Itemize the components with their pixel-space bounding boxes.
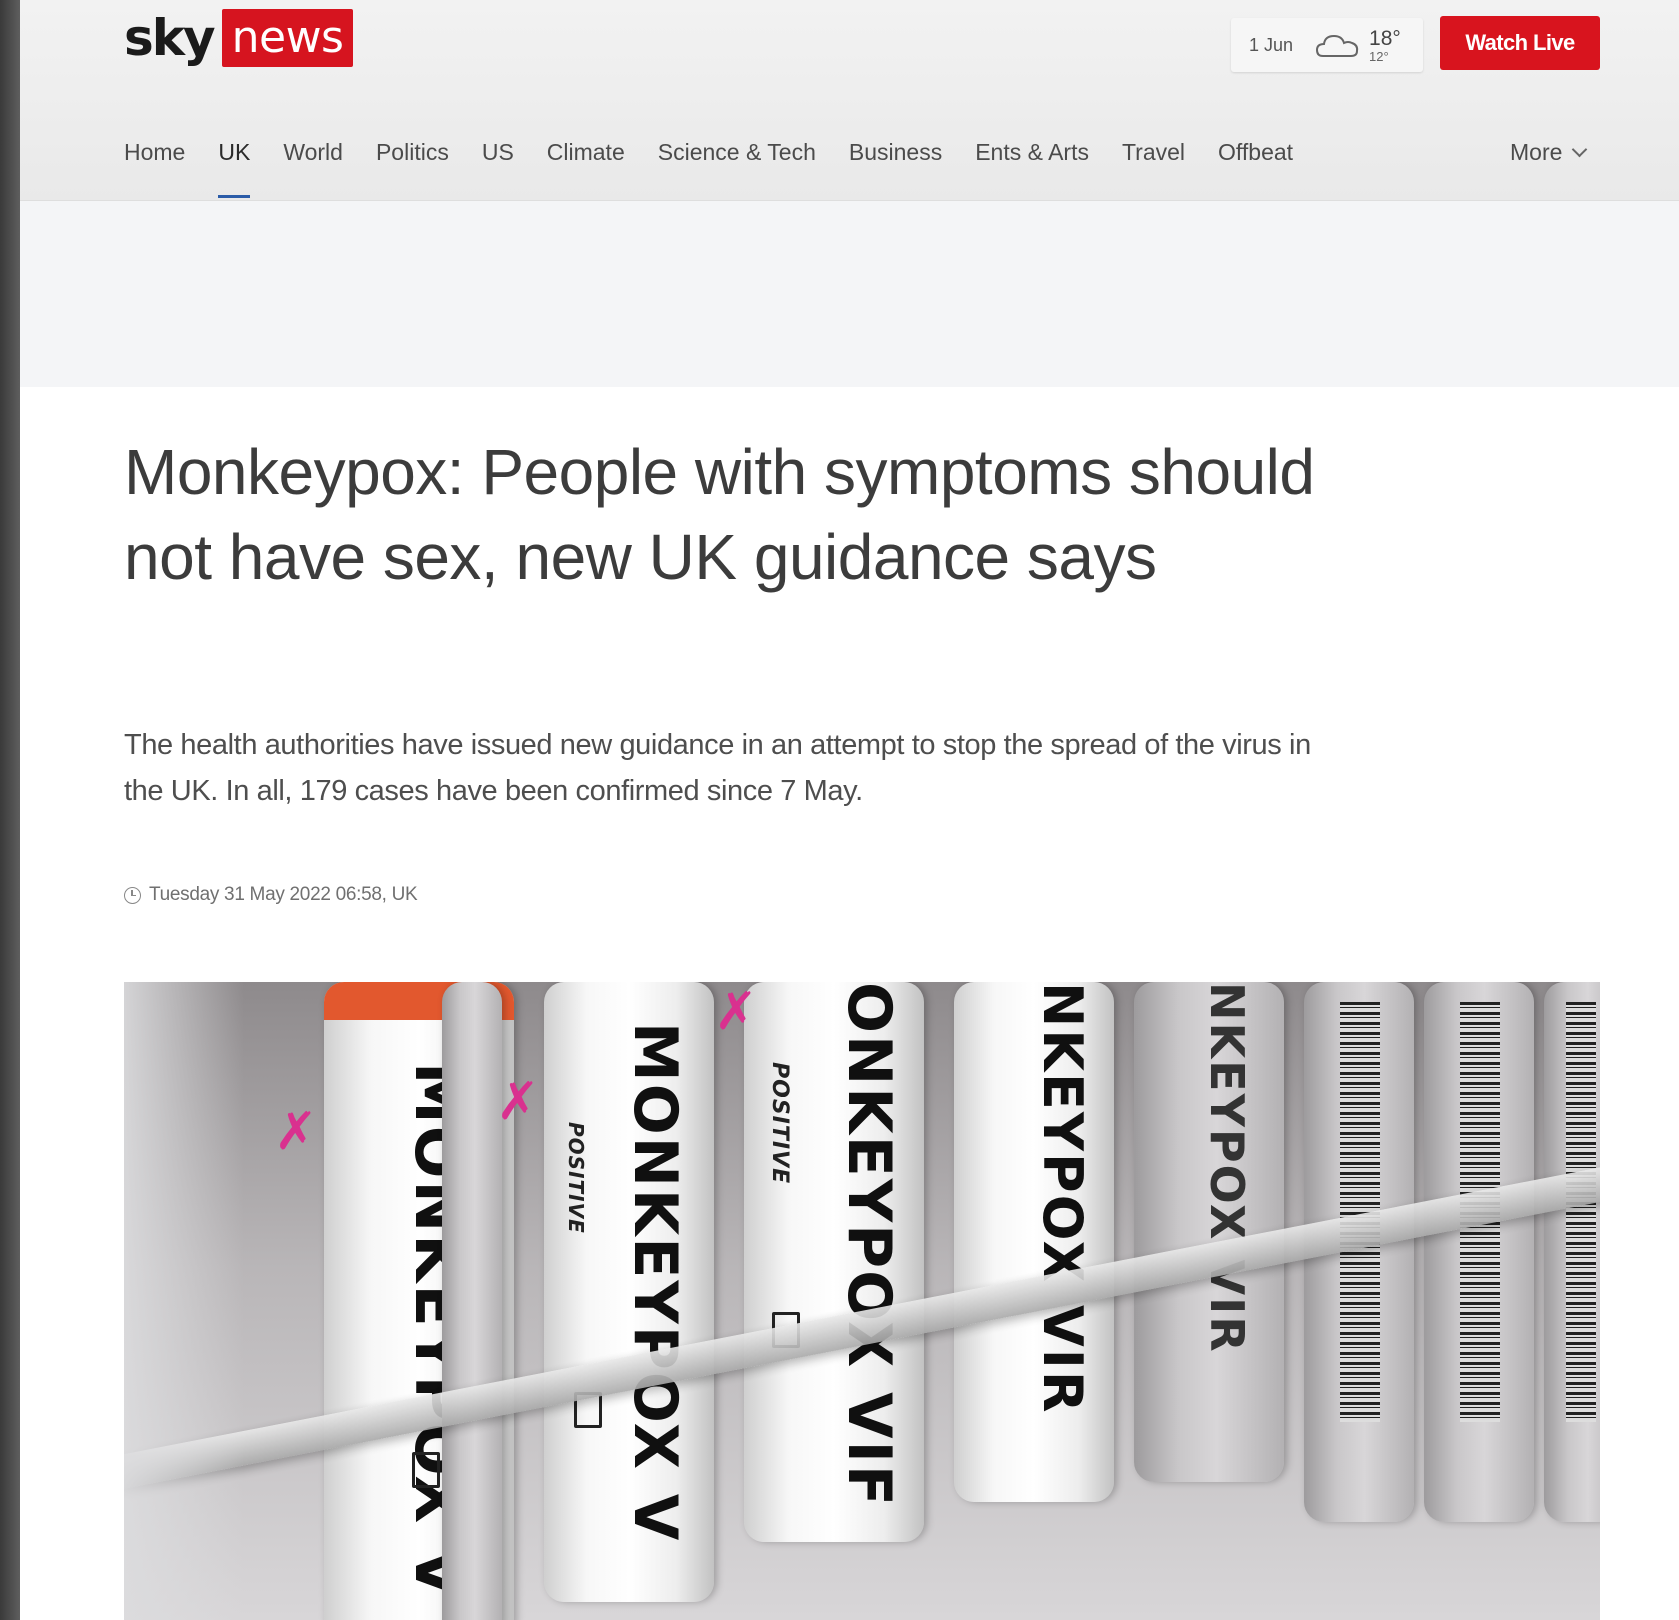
chevron-down-icon [1572, 141, 1588, 157]
test-tube [1544, 982, 1600, 1522]
tube-label: ONKEYPOX VIF [834, 982, 904, 1508]
tube-positive-label: POSITIVE [767, 1062, 792, 1185]
nav-more-menu[interactable]: More [1510, 130, 1588, 174]
clock-icon [124, 886, 141, 904]
logo-news-text: news [221, 9, 354, 67]
temp-high: 18° [1369, 26, 1401, 50]
nav-item-offbeat[interactable]: Offbeat [1218, 130, 1293, 200]
tube-positive-label: POSITIVE [564, 1122, 588, 1234]
page: sky news 1 Jun 18° 12° Watch Live Home U… [20, 0, 1679, 1620]
weather-temps: 18° 12° [1369, 28, 1401, 63]
test-tube: MONKEYPOX V POSITIVE [544, 982, 714, 1602]
main-nav: Home UK World Politics US Climate Scienc… [124, 130, 1326, 200]
checkbox-mark [412, 1452, 440, 1488]
nav-item-science-tech[interactable]: Science & Tech [658, 130, 816, 200]
weather-widget[interactable]: 1 Jun 18° 12° [1231, 18, 1423, 72]
logo-sky-text: sky [124, 9, 216, 67]
nav-item-politics[interactable]: Politics [376, 130, 449, 200]
nav-item-us[interactable]: US [482, 130, 514, 200]
nav-item-world[interactable]: World [283, 130, 343, 200]
article-headline: Monkeypox: People with symptoms should n… [124, 436, 1315, 593]
watch-live-button[interactable]: Watch Live [1440, 16, 1600, 70]
tube-label: NKEYPOX VIR [1031, 982, 1094, 1415]
article-timestamp: Tuesday 31 May 2022 06:58, UK [124, 884, 418, 906]
nav-item-home[interactable]: Home [124, 130, 185, 200]
tube-label: MONKEYPOX V [620, 1022, 690, 1543]
cloud-icon [1316, 34, 1359, 57]
barcode [1566, 1002, 1596, 1422]
hero-image: MONKEYPOX V ✗ MONKEYPOX V POSITIVE ✗ ONK… [124, 982, 1600, 1620]
nav-more-label: More [1510, 139, 1563, 165]
site-header: sky news 1 Jun 18° 12° Watch Live Home U… [20, 0, 1679, 201]
nav-item-uk[interactable]: UK [218, 130, 250, 200]
image-blur-edge [124, 982, 244, 1620]
pink-x-mark: ✗ [274, 1102, 318, 1162]
nav-item-ents-arts[interactable]: Ents & Arts [975, 130, 1089, 200]
nav-item-travel[interactable]: Travel [1122, 130, 1185, 200]
window-edge [0, 0, 20, 1620]
pink-x-mark: ✗ [496, 1072, 540, 1132]
test-tube [1424, 982, 1534, 1522]
tube-label: NKEYPOX VIR [1200, 982, 1254, 1354]
temp-low: 12° [1369, 48, 1389, 64]
test-tube [442, 982, 502, 1620]
article-standfirst: The health authorities have issued new g… [124, 729, 1311, 807]
nav-item-business[interactable]: Business [849, 130, 942, 200]
pink-x-mark: ✗ [714, 982, 758, 1042]
test-tube: NKEYPOX VIR [954, 982, 1114, 1502]
sky-news-logo[interactable]: sky news [124, 8, 354, 68]
timestamp-text: Tuesday 31 May 2022 06:58, UK [149, 884, 418, 905]
weather-date: 1 Jun [1249, 34, 1294, 55]
nav-item-climate[interactable]: Climate [547, 130, 625, 200]
ad-banner-area [20, 201, 1679, 387]
test-tube: ONKEYPOX VIF POSITIVE [744, 982, 924, 1542]
